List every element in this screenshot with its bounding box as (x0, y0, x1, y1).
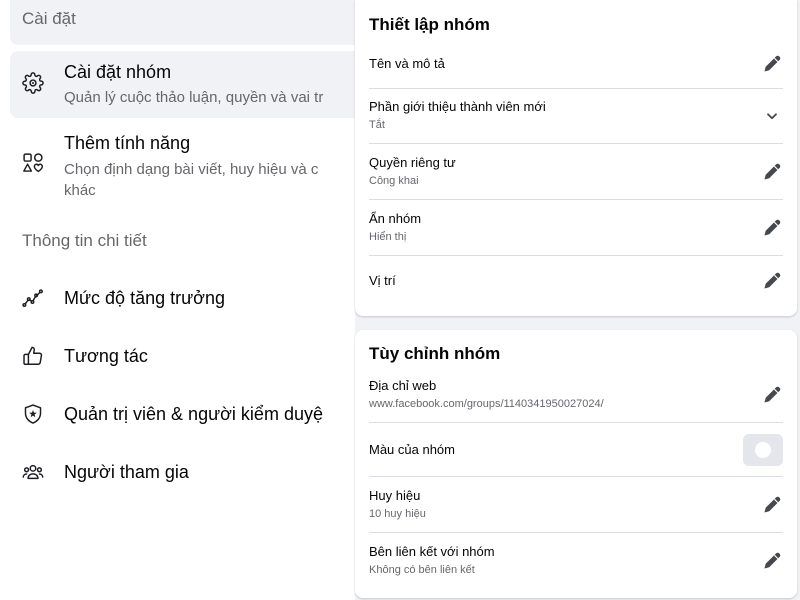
row-value: Công khai (369, 174, 419, 187)
setting-row-linked-parties[interactable]: Bên liên kết với nhóm Không có bên liên … (369, 532, 783, 588)
row-value: Tắt (369, 119, 385, 131)
settings-section-header[interactable]: Cài đặt (10, 0, 355, 45)
pencil-icon[interactable] (762, 162, 782, 182)
pencil-icon[interactable] (762, 54, 782, 74)
setting-row-group-color[interactable]: Màu của nhóm (369, 422, 783, 476)
insights-header-label: Thông tin chi tiết (22, 231, 147, 250)
sidebar-item-label: Quản trị viên & người kiểm duyệ (64, 404, 323, 424)
row-label: Huy hiệu (369, 487, 421, 503)
admin-shield-icon (22, 403, 44, 425)
setting-row-hide-group[interactable]: Ẩn nhóm Hiển thị (369, 199, 783, 255)
row-label: Ẩn nhóm (369, 210, 422, 226)
row-label: Quyền riêng tư (369, 154, 456, 170)
sidebar-item-label: Cài đặt nhóm (64, 62, 172, 82)
group-setup-card: Thiết lập nhóm Tên và mô tả Phần giới th… (355, 0, 797, 316)
row-value: www.facebook.com/groups/1140341950027024… (369, 398, 604, 410)
pencil-icon[interactable] (762, 551, 782, 571)
edit-location-button[interactable] (761, 270, 783, 292)
pencil-icon[interactable] (762, 495, 782, 515)
edit-linked-parties-button[interactable] (761, 550, 783, 572)
edit-name-description-button[interactable] (761, 53, 783, 75)
row-label: Địa chỉ web (369, 378, 437, 393)
sidebar-item-description: khác (64, 182, 96, 199)
customize-group-card: Tùy chỉnh nhóm Địa chỉ web www.facebook.… (355, 330, 797, 598)
edit-visibility-button[interactable] (761, 217, 783, 239)
shapes-icon (22, 152, 44, 174)
edit-privacy-button[interactable] (761, 161, 783, 183)
setting-row-name-description[interactable]: Tên và mô tả (369, 40, 783, 88)
setting-row-badges[interactable]: Huy hiệu 10 huy hiệu (369, 476, 783, 532)
chevron-down-icon[interactable] (765, 109, 779, 123)
gear-icon (22, 72, 44, 94)
sidebar-item-growth[interactable]: Mức độ tăng trưởng (10, 273, 355, 323)
growth-chart-icon (22, 287, 44, 309)
pencil-icon[interactable] (762, 218, 782, 238)
setting-row-member-intro[interactable]: Phần giới thiệu thành viên mới Tắt (369, 88, 783, 143)
thumbs-up-icon (22, 345, 44, 367)
expand-member-intro-button[interactable] (761, 105, 783, 127)
settings-sidebar: Cài đặt Cài đặt nhóm Quản lý cuộc thảo l… (0, 0, 355, 600)
row-label: Bên liên kết với nhóm (369, 543, 495, 559)
sidebar-item-label: Người tham gia (64, 462, 189, 482)
sidebar-item-engagement[interactable]: Tương tác (10, 331, 355, 381)
pencil-icon[interactable] (762, 385, 782, 405)
sidebar-item-admins-moderators[interactable]: Quản trị viên & người kiểm duyệ (10, 389, 355, 439)
card-title: Tùy chỉnh nhóm (369, 344, 501, 363)
sidebar-item-description: Quản lý cuộc thảo luận, quyền và vai tr (64, 89, 324, 106)
row-label: Vị trí (369, 273, 396, 288)
settings-header-label: Cài đặt (22, 9, 76, 28)
row-value: 10 huy hiệu (369, 507, 426, 520)
setting-row-privacy[interactable]: Quyền riêng tư Công khai (369, 143, 783, 199)
setting-row-location[interactable]: Vị trí (369, 255, 783, 306)
sidebar-item-label: Thêm tính năng (64, 133, 191, 153)
row-label: Phần giới thiệu thành viên mới (369, 99, 546, 114)
edit-badges-button[interactable] (761, 494, 783, 516)
insights-section-header[interactable]: Thông tin chi tiết (10, 219, 355, 263)
sidebar-item-add-features[interactable]: Thêm tính năng Chọn định dạng bài viết, … (10, 122, 355, 210)
sidebar-item-group-settings[interactable]: Cài đặt nhóm Quản lý cuộc thảo luận, quy… (10, 51, 355, 118)
color-circle (755, 441, 771, 458)
sidebar-item-label: Mức độ tăng trưởng (64, 288, 225, 308)
pencil-icon[interactable] (762, 271, 782, 291)
row-label: Màu của nhóm (369, 441, 455, 457)
members-icon (22, 461, 44, 483)
row-value: Không có bên liên kết (369, 563, 475, 576)
setting-row-web-address[interactable]: Địa chỉ web www.facebook.com/groups/1140… (369, 368, 783, 422)
sidebar-item-members[interactable]: Người tham gia (10, 447, 355, 497)
card-title: Thiết lập nhóm (369, 15, 490, 34)
row-label: Tên và mô tả (369, 56, 445, 71)
group-color-button[interactable] (743, 433, 783, 466)
sidebar-item-description: Chọn định dạng bài viết, huy hiệu và c (64, 161, 319, 178)
sidebar-item-label: Tương tác (64, 346, 148, 366)
edit-web-address-button[interactable] (761, 384, 783, 406)
row-value: Hiển thị (369, 230, 407, 243)
